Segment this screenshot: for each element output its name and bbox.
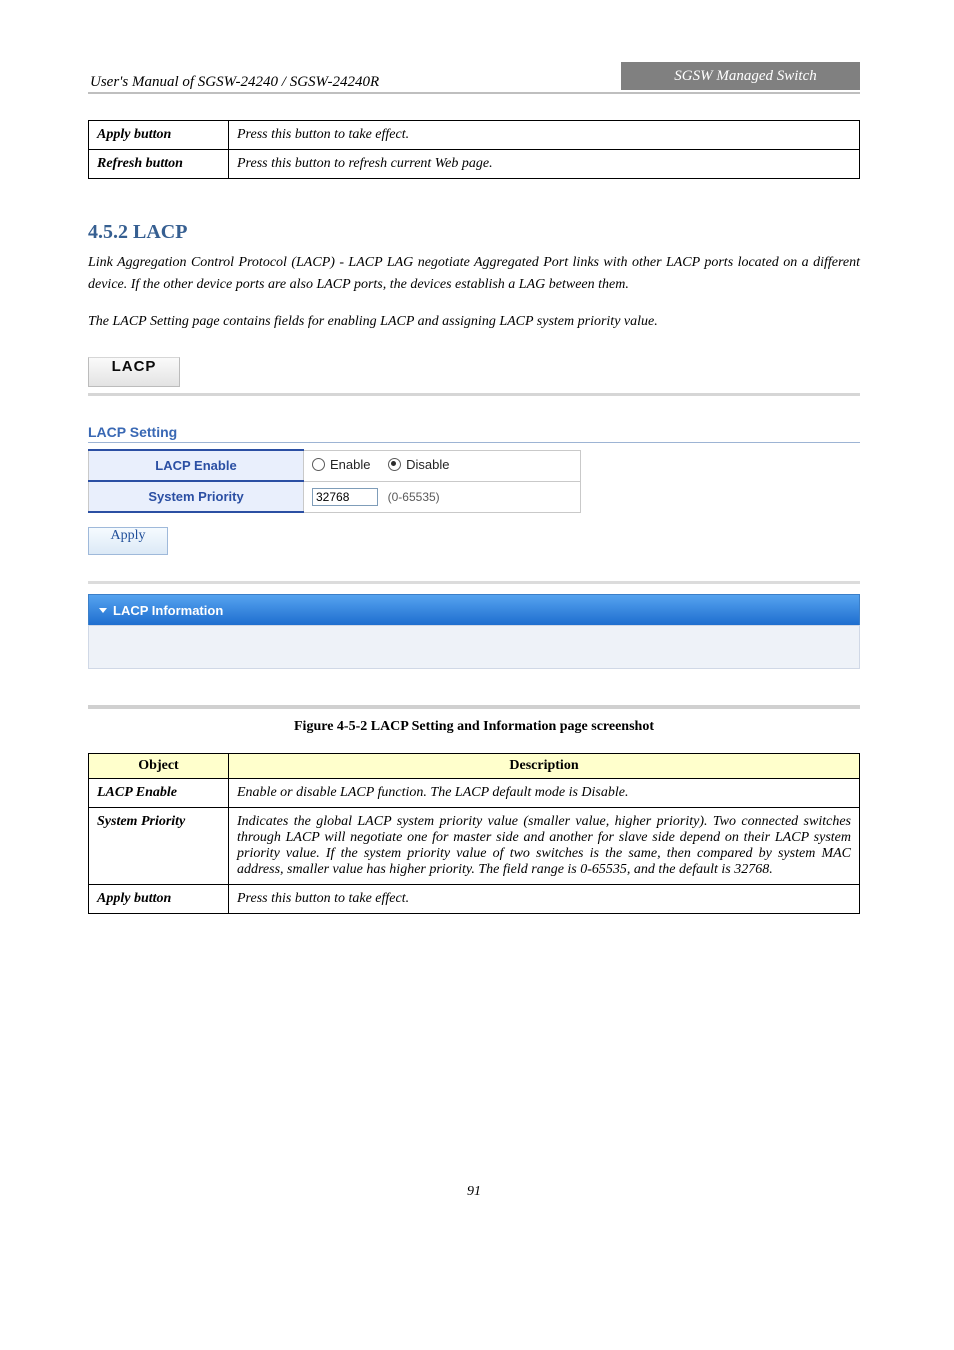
section-paragraph-1: Link Aggregation Control Protocol (LACP)… [88, 252, 860, 295]
header-rule [88, 92, 860, 94]
figure-rule [88, 393, 860, 396]
def-head-description: Description [509, 758, 578, 773]
lacp-disable-radio[interactable]: Disable [388, 457, 449, 472]
def-bot-r2-title: Apply button [89, 885, 229, 914]
def-top-r0-title: Apply button [89, 121, 229, 150]
radio-selected-icon [388, 458, 401, 471]
system-priority-row: System Priority (0-65535) [89, 481, 581, 512]
table-row: Refresh button Press this button to refr… [89, 150, 860, 179]
def-top-r0-desc: Press this button to take effect. [229, 121, 860, 150]
page-number: 91 [88, 1184, 860, 1240]
def-bot-r1-title: System Priority [89, 808, 229, 885]
lacp-information-panel: LACP Information [88, 594, 860, 669]
table-row: Apply button Press this button to take e… [89, 885, 860, 914]
def-head-object: Object [138, 758, 178, 773]
lacp-setting-table: LACP Enable Enable Disable System Priori [88, 449, 581, 513]
def-top-r1-title: Refresh button [89, 150, 229, 179]
section-heading: 4.5.2 LACP [88, 221, 860, 244]
system-priority-label: System Priority [89, 481, 304, 512]
lacp-information-body [88, 625, 860, 669]
table-row: LACP Enable Enable or disable LACP funct… [89, 779, 860, 808]
system-priority-hint: (0-65535) [388, 490, 440, 504]
radio-icon [312, 458, 325, 471]
def-table-top: Apply button Press this button to take e… [88, 120, 860, 179]
lacp-enable-row: LACP Enable Enable Disable [89, 450, 581, 481]
def-bot-r1-desc: Indicates the global LACP system priorit… [229, 808, 860, 885]
section-paragraph-2: The LACP Setting page contains fields fo… [88, 311, 860, 333]
enable-label: Enable [330, 457, 370, 472]
lacp-tab[interactable]: LACP [88, 357, 180, 387]
lacp-enable-radio[interactable]: Enable [312, 457, 370, 472]
figure-caption: Figure 4-5-2 LACP Setting and Informatio… [88, 719, 860, 735]
lacp-setting-title: LACP Setting [88, 424, 860, 443]
lacp-information-header[interactable]: LACP Information [88, 594, 860, 625]
figure-divider [88, 581, 860, 584]
table-row: System Priority Indicates the global LAC… [89, 808, 860, 885]
chevron-down-icon [99, 608, 107, 613]
apply-button[interactable]: Apply [88, 527, 168, 555]
header-right-badge: SGSW Managed Switch [621, 62, 860, 90]
def-bot-r0-desc: Enable or disable LACP function. The LAC… [229, 779, 860, 808]
system-priority-input[interactable] [312, 488, 378, 506]
def-top-r1-desc: Press this button to refresh current Web… [229, 150, 860, 179]
def-bot-r2-desc: Press this button to take effect. [229, 885, 860, 914]
table-row: Apply button Press this button to take e… [89, 121, 860, 150]
header-left: User's Manual of SGSW-24240 / SGSW-24240… [90, 74, 379, 91]
figure-lacp-screenshot: LACP LACP Setting LACP Enable Enable Dis… [88, 357, 860, 709]
lacp-information-title: LACP Information [113, 603, 223, 618]
lacp-enable-label: LACP Enable [89, 450, 304, 481]
disable-label: Disable [406, 457, 449, 472]
def-table-bottom: Object Description LACP Enable Enable or… [88, 753, 860, 914]
def-bot-r0-title: LACP Enable [89, 779, 229, 808]
